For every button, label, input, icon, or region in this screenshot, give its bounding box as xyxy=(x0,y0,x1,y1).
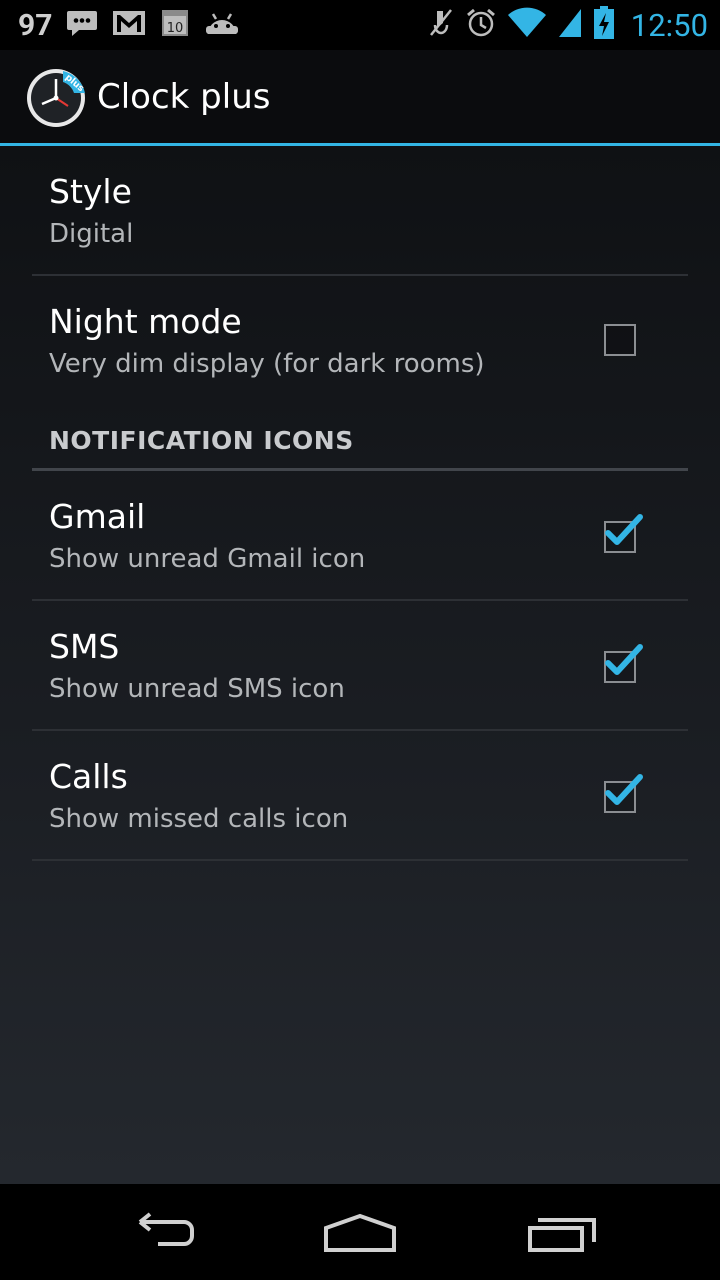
notification-count: 97 xyxy=(18,7,53,43)
notification-icons: 97 10 xyxy=(18,0,240,50)
calendar-day: 10 xyxy=(167,21,184,36)
home-button[interactable] xyxy=(320,1208,400,1258)
pref-gmail-summary: Show unread Gmail icon xyxy=(49,544,366,574)
check-icon xyxy=(605,514,643,545)
pref-sms-title: SMS xyxy=(49,627,120,666)
calls-checkbox[interactable] xyxy=(604,774,643,813)
pref-calls[interactable]: Calls Show missed calls icon xyxy=(32,731,688,861)
navigation-bar xyxy=(0,1184,720,1280)
gmail-icon xyxy=(112,10,146,40)
back-icon xyxy=(138,1212,194,1246)
pref-sms-summary: Show unread SMS icon xyxy=(49,674,345,704)
pref-night-mode-title: Night mode xyxy=(49,302,242,341)
preferences-list: Style Digital Night mode Very dim displa… xyxy=(0,146,720,1184)
calendar-icon: 10 xyxy=(160,8,190,42)
pref-style-title: Style xyxy=(49,172,132,211)
gmail-checkbox[interactable] xyxy=(604,514,643,553)
night-mode-checkbox[interactable] xyxy=(604,324,636,356)
wifi-icon xyxy=(507,7,547,43)
system-icons: 12:50 xyxy=(427,0,708,50)
action-bar: plus Clock plus xyxy=(0,50,720,146)
section-header-notification-icons: NOTIFICATION ICONS xyxy=(32,418,688,471)
check-icon xyxy=(605,644,643,675)
mute-icon xyxy=(427,7,455,43)
clock-time: 12:50 xyxy=(630,6,708,44)
page-title: Clock plus xyxy=(97,77,271,117)
check-icon xyxy=(605,774,643,805)
back-button[interactable] xyxy=(120,1208,200,1258)
pref-style-summary: Digital xyxy=(49,219,134,249)
pref-style[interactable]: Style Digital xyxy=(32,146,688,276)
home-icon xyxy=(324,1213,396,1252)
pref-night-mode[interactable]: Night mode Very dim display (for dark ro… xyxy=(32,276,688,416)
pref-calls-title: Calls xyxy=(49,757,128,796)
pref-gmail-title: Gmail xyxy=(49,497,146,536)
status-bar: 97 10 12:50 xyxy=(0,0,720,50)
recent-apps-icon xyxy=(528,1218,596,1252)
pref-sms[interactable]: SMS Show unread SMS icon xyxy=(32,601,688,731)
section-header-label: NOTIFICATION ICONS xyxy=(49,426,354,455)
sms-checkbox[interactable] xyxy=(604,644,643,683)
pref-calls-summary: Show missed calls icon xyxy=(49,804,349,834)
pref-night-mode-summary: Very dim display (for dark rooms) xyxy=(49,349,485,379)
alarm-icon xyxy=(465,7,497,43)
signal-icon xyxy=(557,7,583,43)
pref-gmail[interactable]: Gmail Show unread Gmail icon xyxy=(32,471,688,601)
recent-apps-button[interactable] xyxy=(520,1208,600,1258)
android-icon xyxy=(204,10,240,40)
clock-plus-app-icon[interactable]: plus xyxy=(26,68,86,128)
talk-icon xyxy=(66,8,98,42)
battery-charging-icon xyxy=(593,6,615,44)
